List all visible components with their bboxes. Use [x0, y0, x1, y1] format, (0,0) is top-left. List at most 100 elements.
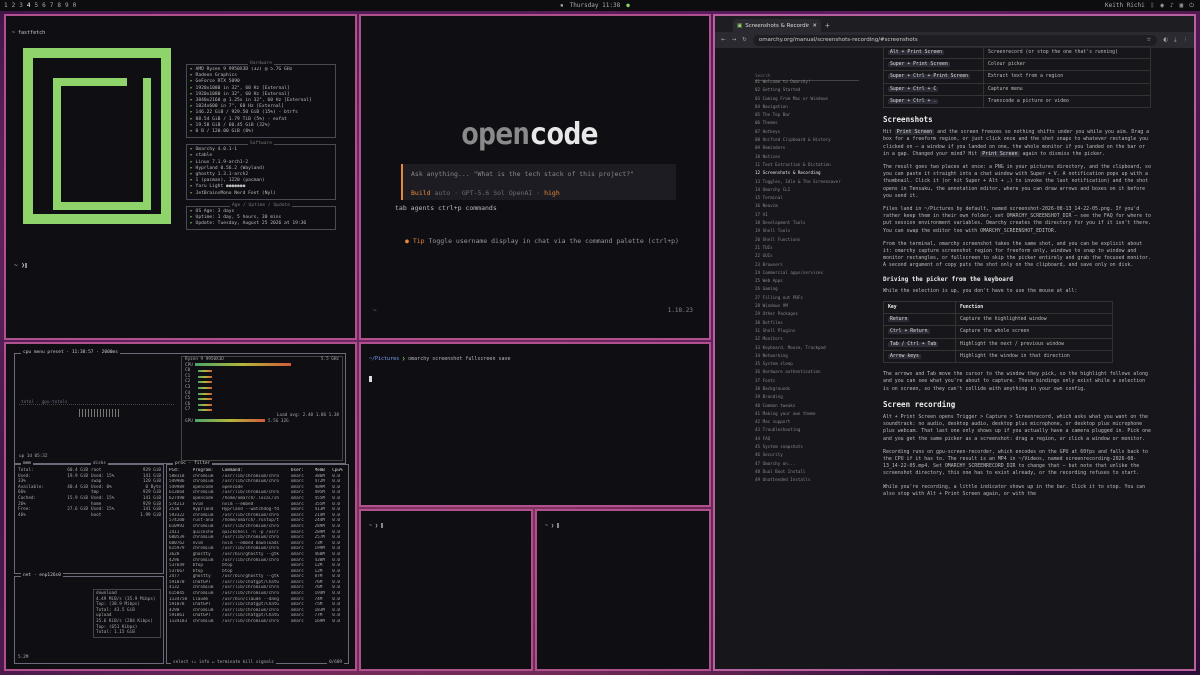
workspace-3[interactable]: 3 [19, 2, 23, 9]
toc-item[interactable]: 38 Backgrounds [755, 385, 875, 393]
toc-item[interactable]: 43 Troubleshooting [755, 426, 875, 434]
fastfetch-terminal[interactable]: ~ fastfetch Hardware ▸ AMD Ryzen 9 9950X… [4, 14, 357, 340]
toc-item[interactable]: 19 Shell Tools [755, 227, 875, 235]
toc-item[interactable]: 06 Themes [755, 119, 875, 127]
toc-item[interactable]: 15 Terminal [755, 194, 875, 202]
toc-item[interactable]: 47 Omarchy on... [755, 460, 875, 468]
toc-item[interactable]: 31 Shell Plugins [755, 327, 875, 335]
clock[interactable]: Thursday 11:38 [570, 2, 621, 9]
toc-item[interactable]: 40 Common tweaks [755, 402, 875, 410]
command-line[interactable]: ~/Pictures ❯ omarchy screenshot fullscre… [369, 356, 511, 362]
shell-prompt[interactable]: ~ ❯ [14, 262, 27, 269]
bookmark-star-icon[interactable]: ☆ [1146, 37, 1151, 43]
toc-item[interactable]: 26 Gaming [755, 285, 875, 293]
kbd-key: Arrow keys [888, 353, 921, 359]
cwd-indicator: ~ [373, 307, 377, 314]
workspace-4[interactable]: 4 [27, 2, 31, 9]
toc-item[interactable]: 37 Fonts [755, 377, 875, 385]
toc-item[interactable]: 24 Commercial apps/services [755, 269, 875, 277]
toc-item[interactable]: 45 System snapshots [755, 443, 875, 451]
toc-item[interactable]: 11 Text Extraction & Dictation [755, 161, 875, 169]
toc-item[interactable]: 32 Monitors [755, 335, 875, 343]
toc-item[interactable]: 34 Networking [755, 352, 875, 360]
toc-item[interactable]: 36 Hardware authentication [755, 368, 875, 376]
toc-item[interactable]: 28 Windows VM [755, 302, 875, 310]
menu-icon[interactable]: ▪ [560, 2, 564, 9]
toc-item[interactable]: 07 Hotkeys [755, 128, 875, 136]
toc-item[interactable]: 21 TUIs [755, 244, 875, 252]
terminal-small-right[interactable]: ~ ❯ [535, 509, 711, 671]
tab-screenshots[interactable]: ▣ Screenshots & Recording ✕ [733, 19, 821, 32]
toc-item[interactable]: 23 Browsers [755, 261, 875, 269]
toc-item[interactable]: 20 Shell Functions [755, 236, 875, 244]
cpu-icon[interactable]: ▣ [1180, 2, 1184, 9]
workspace-0[interactable]: 0 [73, 2, 77, 9]
toc-item[interactable]: 33 Keyboard, Mouse, Trackpad [755, 344, 875, 352]
model-info[interactable]: Build auto · GPT-5.6 Sol OpenAI · high [411, 189, 668, 197]
extension-icon[interactable]: ◐ [1163, 37, 1168, 43]
workspace-5[interactable]: 5 [35, 2, 39, 9]
workspace-9[interactable]: 9 [65, 2, 69, 9]
toc-item[interactable]: 04 Navigation [755, 103, 875, 111]
shell-prompt[interactable]: ~ ❯ [545, 523, 560, 529]
toc-item[interactable]: 49 Unattended Installs [755, 476, 875, 484]
toc-item[interactable]: 22 GUIs [755, 252, 875, 260]
workspace-indicators[interactable]: 1234567890 [4, 2, 76, 9]
toc-item[interactable]: 44 FAQ [755, 435, 875, 443]
toc-item[interactable]: 05 The Top Bar [755, 111, 875, 119]
toc-item[interactable]: 10 Notices [755, 153, 875, 161]
workspace-1[interactable]: 1 [4, 2, 8, 9]
proc-box[interactable]: proc · filter Pid: Program: Command: User: M… [166, 461, 349, 666]
browser-window[interactable]: ▣ Screenshots & Recording ✕ + ← → ↻ omar… [713, 14, 1196, 671]
table-row[interactable]: 1134183 chromium/usr/lib/chromium/chro oma… [169, 619, 346, 625]
toc-item[interactable]: 25 Web Apps [755, 277, 875, 285]
screenshot-terminal[interactable]: ~/Pictures ❯ omarchy screenshot fullscre… [359, 342, 711, 507]
forward-icon[interactable]: → [732, 37, 737, 43]
toc-item[interactable]: 30 Dotfiles [755, 319, 875, 327]
volume-icon[interactable]: ♪ [1170, 2, 1174, 9]
toc-item[interactable]: 13 Toggles, Idle & The Screensaver [755, 178, 875, 186]
user-name[interactable]: Keith Richi [1105, 2, 1145, 9]
toc-item[interactable]: 35 System sleep [755, 360, 875, 368]
toc-item[interactable]: 29 Other Packages [755, 310, 875, 318]
shell-prompt[interactable]: ~ ❯ [369, 523, 384, 529]
toc-item[interactable]: 48 Dual Boot Install [755, 468, 875, 476]
workspace-6[interactable]: 6 [42, 2, 46, 9]
new-tab-button[interactable]: + [825, 21, 830, 30]
bluetooth-icon[interactable]: ᛒ [1151, 2, 1155, 9]
version: 1.18.23 [667, 307, 693, 314]
toc-item[interactable]: 16 Neovim [755, 202, 875, 210]
power-icon[interactable]: ⏻ [1189, 2, 1194, 10]
btop-monitor[interactable]: cpu menu preset · 11:38:57 · 2000ms tota… [4, 342, 357, 671]
network-icon[interactable]: ◉ [1160, 2, 1164, 9]
toc-item[interactable]: 14 Omarchy CLI [755, 186, 875, 194]
article: Alt + Print Screen Screenrecord (or stop … [883, 45, 1151, 504]
update-icon[interactable]: ● [626, 2, 630, 9]
opencode-terminal[interactable]: opencode Ask anything... "What is the te… [359, 14, 711, 340]
toc-item[interactable]: 12 Screenshots & Recording [755, 169, 875, 177]
toc-item[interactable]: 39 Branding [755, 393, 875, 401]
back-icon[interactable]: ← [721, 37, 726, 43]
toc-item[interactable]: 41 Making your own theme [755, 410, 875, 418]
toc-item[interactable]: 42 Mac support [755, 418, 875, 426]
workspace-8[interactable]: 8 [57, 2, 61, 9]
page-content: Search 01 Welcome to Omarchy! 02 Getting … [715, 45, 1194, 669]
reload-icon[interactable]: ↻ [742, 37, 747, 43]
toc-item[interactable]: 03 Coming From Mac or Windows [755, 95, 875, 103]
toc-item[interactable]: 02 Getting Started [755, 86, 875, 94]
toc-item[interactable]: 17 AI [755, 211, 875, 219]
toc-item[interactable]: 09 Reminders [755, 144, 875, 152]
toc-item[interactable]: 46 Security [755, 451, 875, 459]
toc-item[interactable]: 01 Welcome to Omarchy! [755, 78, 875, 86]
toc-item[interactable]: 27 Filling out PDFs [755, 294, 875, 302]
close-tab-icon[interactable]: ✕ [812, 23, 817, 29]
address-bar[interactable]: omarchy.org/manual/screenshots-recording… [752, 34, 1158, 46]
menu-icon[interactable]: ⋮ [1183, 37, 1189, 43]
workspace-7[interactable]: 7 [50, 2, 54, 9]
toc-item[interactable]: 08 Unified Clipboard & History [755, 136, 875, 144]
download-icon[interactable]: ⤓ [1174, 37, 1176, 44]
terminal-small-left[interactable]: ~ ❯ [359, 509, 533, 671]
prompt-input[interactable]: Ask anything... "What is the tech stack … [401, 164, 676, 200]
toc-item[interactable]: 18 Development Tools [755, 219, 875, 227]
workspace-2[interactable]: 2 [12, 2, 16, 9]
